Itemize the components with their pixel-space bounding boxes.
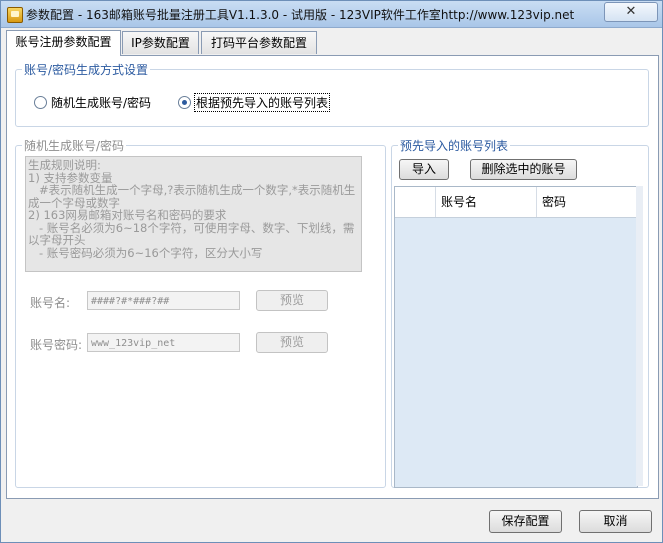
random-generate-legend: 随机生成账号/密码	[24, 139, 125, 153]
app-icon	[7, 7, 23, 23]
title-bar[interactable]: 参数配置 - 163邮箱账号批量注册工具V1.1.3.0 - 试用版 - 123…	[1, 1, 662, 28]
tab-account-registration[interactable]: 账号注册参数配置	[6, 30, 121, 56]
import-list-legend: 预先导入的账号列表	[400, 139, 509, 153]
account-list[interactable]: 账号名 密码	[394, 186, 638, 488]
window-title: 参数配置 - 163邮箱账号批量注册工具V1.1.3.0 - 试用版 - 123…	[26, 8, 575, 22]
radio-selected-icon[interactable]	[178, 96, 191, 109]
import-button[interactable]: 导入	[399, 159, 449, 180]
account-list-header: 账号名 密码	[395, 187, 637, 218]
cancel-button[interactable]: 取消	[579, 510, 652, 533]
radio-icon[interactable]	[34, 96, 47, 109]
column-header-index[interactable]	[395, 187, 436, 217]
account-list-scrollbar[interactable]	[636, 186, 643, 486]
password-label: 账号密码:	[30, 338, 83, 352]
rules-description: 生成规则说明: 1) 支持参数变量 #表示随机生成一个字母,?表示随机生成一个数…	[25, 156, 362, 272]
column-header-account[interactable]: 账号名	[436, 187, 537, 217]
radio-random-generate[interactable]: 随机生成账号/密码	[34, 94, 151, 111]
settings-window: 参数配置 - 163邮箱账号批量注册工具V1.1.3.0 - 试用版 - 123…	[0, 0, 663, 543]
account-name-label: 账号名:	[30, 296, 71, 310]
radio-import-list[interactable]: 根据预先导入的账号列表	[178, 93, 331, 112]
tab-captcha-platform[interactable]: 打码平台参数配置	[201, 31, 317, 54]
delete-selected-button[interactable]: 删除选中的账号	[470, 159, 577, 180]
account-preview-button[interactable]: 预览	[256, 290, 328, 311]
generation-mode-legend: 账号/密码生成方式设置	[24, 63, 149, 77]
account-name-pattern-input[interactable]: ####?#*###?##	[87, 291, 240, 310]
password-pattern-input[interactable]: www_123vip_net	[87, 333, 240, 352]
close-button[interactable]: ✕	[604, 2, 658, 22]
password-preview-button[interactable]: 预览	[256, 332, 328, 353]
column-header-password[interactable]: 密码	[537, 187, 637, 217]
radio-random-generate-label: 随机生成账号/密码	[51, 96, 152, 110]
radio-import-list-label: 根据预先导入的账号列表	[193, 93, 331, 112]
save-button[interactable]: 保存配置	[489, 510, 562, 533]
close-icon: ✕	[625, 4, 637, 19]
tab-ip-settings[interactable]: IP参数配置	[122, 31, 199, 54]
